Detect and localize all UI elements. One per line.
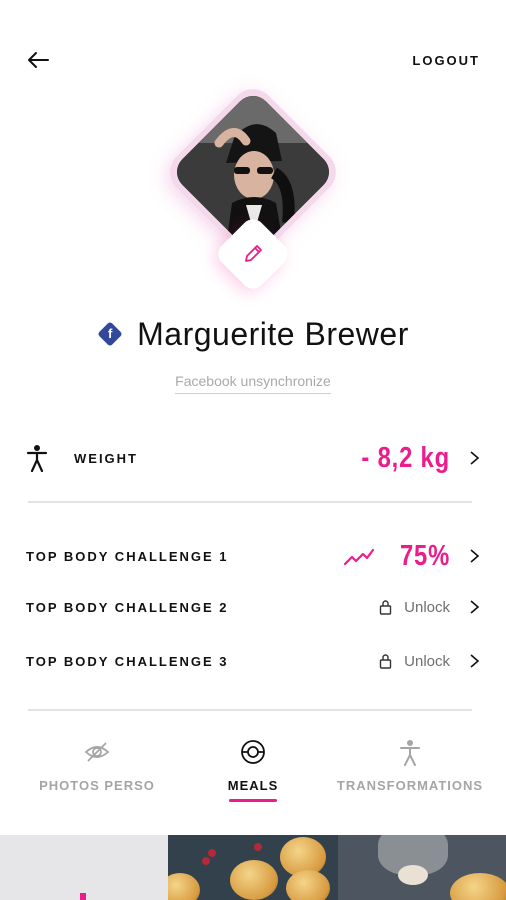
unlock-label: Unlock: [404, 652, 450, 670]
chevron-right-icon: [470, 654, 480, 668]
challenge-label: TOP BODY CHALLENGE 3: [26, 653, 229, 669]
divider: [28, 501, 472, 503]
weight-value: - 8,2 kg: [361, 441, 450, 474]
logout-button[interactable]: LOGOUT: [412, 53, 480, 68]
chevron-right-icon: [470, 451, 480, 465]
trend-icon: [343, 548, 375, 566]
pencil-icon: [245, 245, 262, 262]
tab-label: PHOTOS PERSO: [39, 778, 155, 793]
challenge-row-2[interactable]: TOP BODY CHALLENGE 2 Unlock: [26, 587, 480, 627]
profile-name-row: f Marguerite Brewer: [0, 312, 506, 356]
challenge-row-3[interactable]: TOP BODY CHALLENGE 3 Unlock: [26, 641, 480, 681]
pink-marker: [80, 893, 86, 900]
facebook-icon: f: [97, 321, 123, 347]
plate-icon: [241, 740, 265, 764]
profile-name: Marguerite Brewer: [137, 315, 409, 352]
unlock-label: Unlock: [404, 598, 450, 616]
weight-label: WEIGHT: [74, 450, 138, 466]
tab-transformations[interactable]: TRANSFORMATIONS: [326, 732, 494, 793]
person-icon: [400, 740, 420, 766]
chevron-right-icon: [470, 549, 480, 563]
weight-row[interactable]: WEIGHT - 8,2 kg: [26, 438, 480, 478]
challenge-label: TOP BODY CHALLENGE 2: [26, 599, 229, 615]
eye-off-icon: [84, 742, 110, 762]
meals-gallery: [0, 835, 506, 900]
challenge-row-1[interactable]: TOP BODY CHALLENGE 1 75%: [26, 536, 480, 576]
tab-label: MEALS: [227, 778, 279, 793]
tab-label: TRANSFORMATIONS: [336, 778, 484, 793]
divider: [28, 709, 472, 711]
challenge-label: TOP BODY CHALLENGE 1: [26, 548, 229, 564]
person-icon: [26, 445, 48, 472]
challenge-progress: 75%: [399, 539, 450, 572]
lock-icon: [379, 654, 392, 669]
gallery-item[interactable]: [168, 835, 338, 900]
tab-photos-perso[interactable]: PHOTOS PERSO: [13, 732, 181, 793]
lock-icon: [379, 600, 392, 615]
gallery-item[interactable]: [338, 835, 506, 900]
facebook-unsync-link[interactable]: Facebook unsynchronize: [175, 373, 331, 394]
tab-meals[interactable]: MEALS: [169, 732, 337, 802]
gallery-item[interactable]: [0, 835, 168, 900]
facebook-unsync-link-wrap: Facebook unsynchronize: [0, 373, 506, 394]
arrow-left-icon[interactable]: [26, 50, 50, 70]
active-tab-indicator: [229, 799, 277, 802]
chevron-right-icon: [470, 600, 480, 614]
profile-tabs: PHOTOS PERSO MEALS TRANSFORMATIONS: [0, 732, 506, 812]
